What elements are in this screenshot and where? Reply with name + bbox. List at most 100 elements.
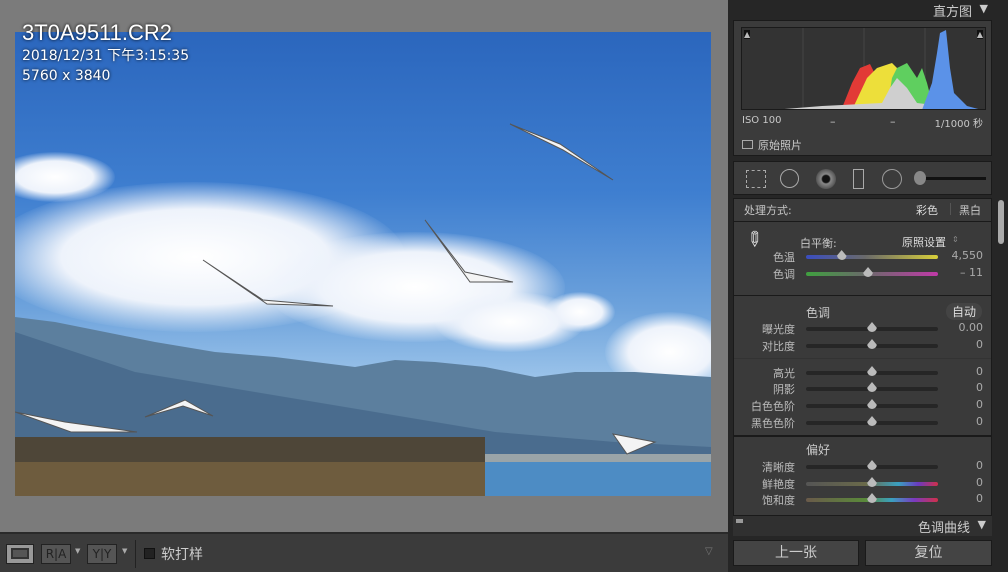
auto-tone-button[interactable]: 自动 <box>946 303 983 320</box>
highlight-clipping-icon[interactable]: ▲ <box>976 30 983 39</box>
histogram-panel: ▲ ▲ ISO 100 – – 1/1000 秒 原始照片 <box>733 20 992 156</box>
histogram: ▲ ▲ <box>741 27 986 110</box>
white-balance-eyedropper-icon[interactable]: ✎ <box>740 225 769 254</box>
tint-label: 色调 <box>773 268 795 281</box>
whites-value[interactable]: 0 <box>976 398 983 411</box>
vibrance-value[interactable]: 0 <box>976 476 983 489</box>
saturation-value[interactable]: 0 <box>976 492 983 505</box>
photo-dimensions: 5760 x 3840 <box>22 68 111 84</box>
iso-value: ISO 100 <box>742 115 782 126</box>
tool-strip <box>733 161 992 195</box>
whites-label: 白色色阶 <box>751 400 795 413</box>
loupe-view-button[interactable] <box>6 544 34 564</box>
temp-label: 色温 <box>773 251 795 264</box>
toolbar-menu-chevron-icon[interactable]: ▽ <box>705 546 713 557</box>
shadows-label: 阴影 <box>773 383 795 396</box>
graduated-filter-icon[interactable] <box>853 169 864 189</box>
reset-button[interactable]: 复位 <box>865 540 992 566</box>
radial-filter-icon[interactable] <box>882 169 902 189</box>
exposure-slider[interactable] <box>806 322 938 332</box>
highlights-slider[interactable] <box>806 366 938 376</box>
saturation-slider[interactable] <box>806 493 938 503</box>
histogram-title[interactable]: 直方图 <box>933 1 972 20</box>
highlights-slider-thumb[interactable] <box>867 366 877 376</box>
previous-button[interactable]: 上一张 <box>733 540 859 566</box>
clarity-slider[interactable] <box>806 460 938 470</box>
spot-removal-icon[interactable] <box>780 169 799 188</box>
soft-proof-checkbox[interactable] <box>144 548 155 559</box>
tint-slider-thumb[interactable] <box>863 267 874 277</box>
crop-tool-icon[interactable] <box>746 170 766 188</box>
tone-title: 色调 <box>806 306 831 320</box>
basic-panel: 处理方式: 彩色 黑白 ✎ 白平衡: 原照设置 ⇕ 色温 4,550 色调 – 11 曝… <box>733 198 992 516</box>
panel-scrollbar[interactable] <box>998 200 1004 244</box>
saturation-label: 饱和度 <box>762 494 795 507</box>
shadows-slider[interactable] <box>806 382 938 392</box>
contrast-slider[interactable] <box>806 339 938 349</box>
photo-info-overlay: 3T0A9511.CR2 2018/12/31 下午3:15:35 5760 x… <box>22 20 189 86</box>
temp-slider[interactable] <box>806 250 938 260</box>
adjustment-brush-icon[interactable] <box>914 171 926 185</box>
white-balance-select[interactable]: 原照设置 <box>902 234 946 250</box>
exposure-slider-thumb[interactable] <box>867 322 877 332</box>
treatment-bw-button[interactable]: 黑白 <box>959 202 981 218</box>
tint-value[interactable]: – 11 <box>960 266 983 279</box>
bottom-toolbar: R|A ▼ Y|Y ▼ 软打样 ▽ <box>0 532 728 572</box>
photo-filename: 3T0A9511.CR2 <box>22 20 173 45</box>
shutter-value: 1/1000 秒 <box>934 119 983 130</box>
vibrance-slider-thumb[interactable] <box>867 477 877 487</box>
right-panel: 直方图 ▼ ▲ ▲ ISO 100 – – 1/1000 秒 原始照片 处理方式… <box>728 0 1008 572</box>
vibrance-slider[interactable] <box>806 477 938 487</box>
contrast-value[interactable]: 0 <box>976 338 983 351</box>
highlights-label: 高光 <box>773 367 795 380</box>
contrast-label: 对比度 <box>762 340 795 353</box>
highlights-value[interactable]: 0 <box>976 365 983 378</box>
photo-preview[interactable] <box>15 32 711 496</box>
blacks-slider-thumb[interactable] <box>867 416 877 426</box>
blacks-value[interactable]: 0 <box>976 415 983 428</box>
shadows-slider-thumb[interactable] <box>867 382 877 392</box>
image-canvas: 3T0A9511.CR2 2018/12/31 下午3:15:35 5760 x… <box>0 0 728 532</box>
toolbar-divider <box>135 540 136 568</box>
soft-proof-label: 软打样 <box>161 547 203 563</box>
vibrance-label: 鲜艳度 <box>762 478 795 491</box>
temp-value[interactable]: 4,550 <box>952 249 984 262</box>
original-photo-checkbox[interactable] <box>742 140 753 149</box>
tint-slider[interactable] <box>806 267 938 277</box>
chevron-down-icon[interactable]: ▼ <box>75 547 80 555</box>
clarity-slider-thumb[interactable] <box>867 460 877 470</box>
exposure-label: 曝光度 <box>762 323 795 336</box>
aperture-value: – <box>890 115 896 128</box>
temp-slider-thumb[interactable] <box>836 250 847 260</box>
blacks-label: 黑色色阶 <box>751 417 795 430</box>
tone-curve-header[interactable]: 色调曲线 ▼ <box>733 516 992 536</box>
white-balance-label: 白平衡: <box>800 237 837 250</box>
shadow-clipping-icon[interactable]: ▲ <box>744 30 751 39</box>
landscape <box>15 123 711 496</box>
shadows-value[interactable]: 0 <box>976 381 983 394</box>
red-eye-icon[interactable] <box>816 169 836 189</box>
before-after-ra-button[interactable]: R|A <box>41 544 71 564</box>
whites-slider-thumb[interactable] <box>867 399 877 409</box>
collapse-triangle-icon: ▼ <box>977 518 986 531</box>
whites-slider[interactable] <box>806 399 938 409</box>
clarity-value[interactable]: 0 <box>976 459 983 472</box>
contrast-slider-thumb[interactable] <box>867 339 877 349</box>
treatment-label: 处理方式: <box>744 204 792 217</box>
select-arrows-icon[interactable]: ⇕ <box>952 235 959 244</box>
treatment-color-button[interactable]: 彩色 <box>916 202 938 218</box>
collapse-triangle-icon[interactable]: ▼ <box>980 2 988 15</box>
clarity-label: 清晰度 <box>762 461 795 474</box>
photo-datetime: 2018/12/31 下午3:15:35 <box>22 48 190 64</box>
exposure-value[interactable]: 0.00 <box>959 321 984 334</box>
presence-title: 偏好 <box>806 443 831 457</box>
saturation-slider-thumb[interactable] <box>867 493 877 503</box>
panel-toggle-icon[interactable] <box>736 519 743 523</box>
chevron-down-icon[interactable]: ▼ <box>122 547 127 555</box>
before-after-yy-button[interactable]: Y|Y <box>87 544 117 564</box>
focal-length-value: – <box>830 115 836 128</box>
blacks-slider[interactable] <box>806 416 938 426</box>
treatment-divider <box>950 203 951 215</box>
histogram-graph <box>784 28 979 109</box>
adjustment-brush-slider[interactable] <box>920 177 986 180</box>
